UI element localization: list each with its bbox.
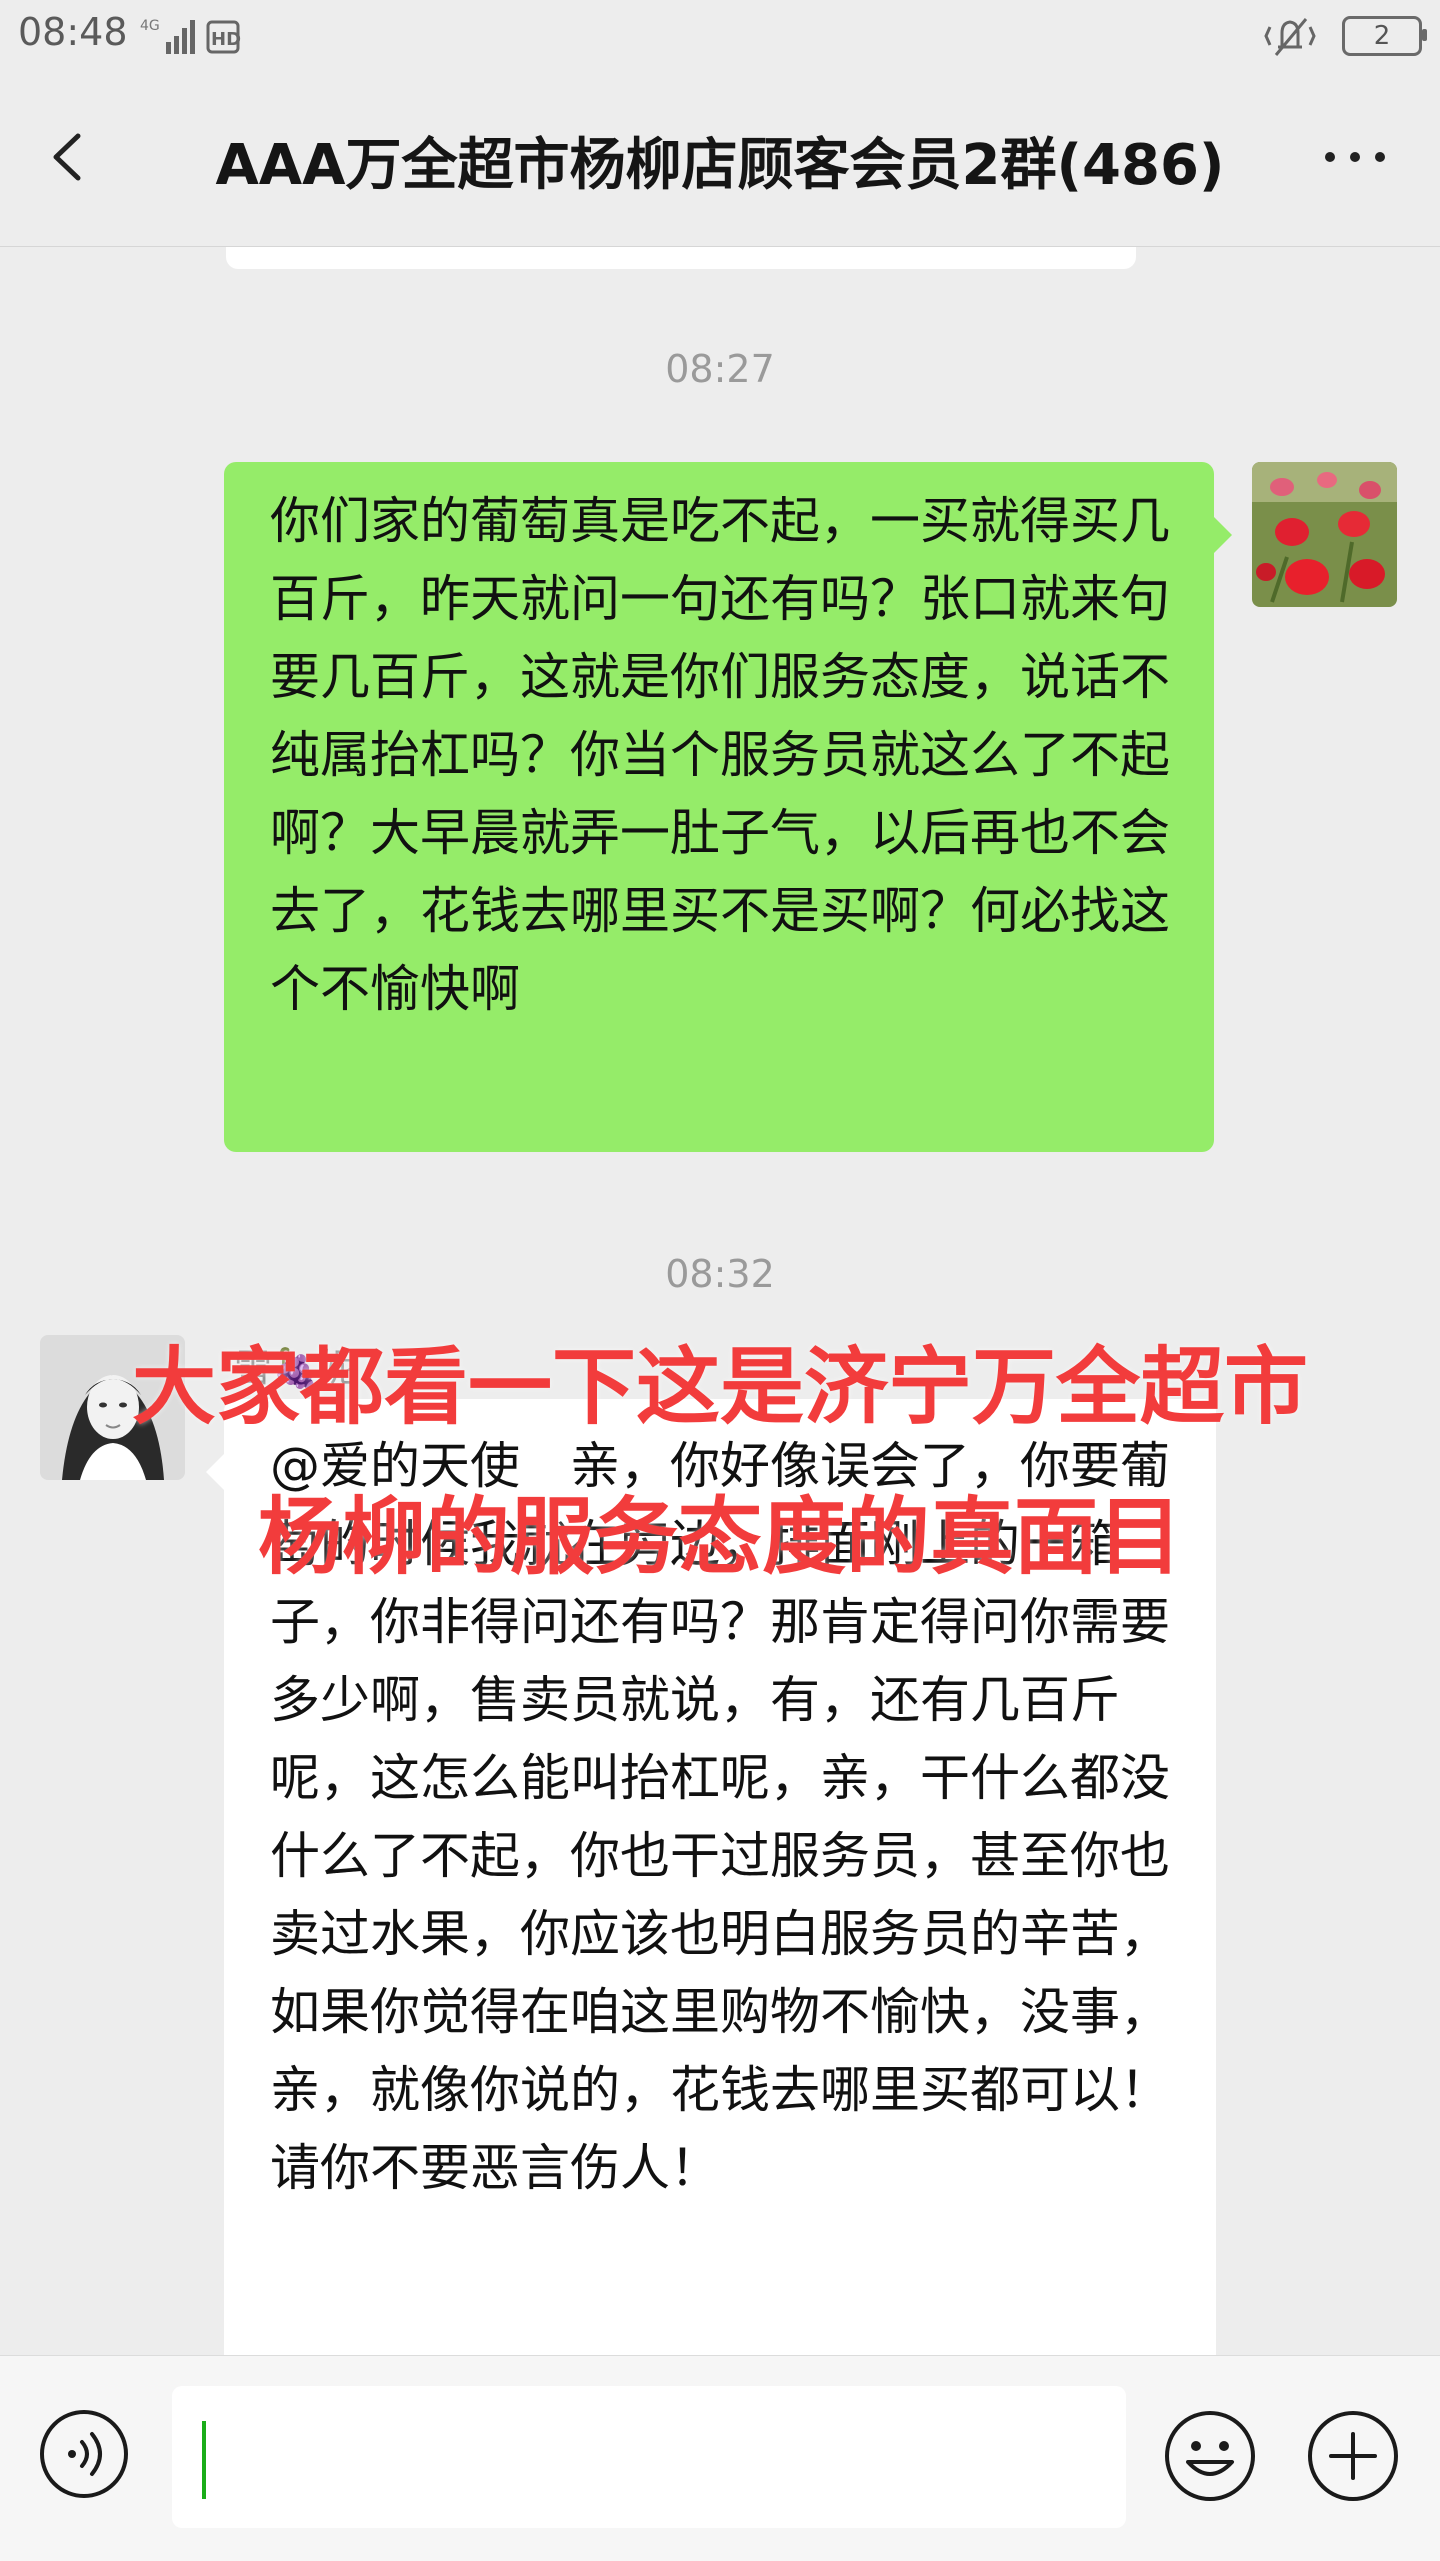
timestamp: 08:27: [665, 347, 775, 391]
signal-icon: 4G HD: [140, 18, 241, 54]
vibrate-bell-icon: [1264, 18, 1316, 56]
status-right: 2: [1260, 10, 1427, 62]
message-input[interactable]: [172, 2386, 1126, 2528]
tulip-avatar-image: [1252, 462, 1397, 607]
network-label: 4G: [140, 18, 160, 34]
text-caret: [202, 2421, 206, 2499]
message-text: 你们家的葡萄真是吃不起，一买就得买几百斤，昨天就问一句还有吗？张口就来句要几百斤…: [270, 492, 1170, 1018]
emoji-icon[interactable]: [1162, 2408, 1258, 2504]
status-time: 08:48: [18, 10, 128, 54]
chat-title: AAA万全超市杨柳店顾客会员2群(486): [215, 133, 1225, 198]
sent-message-bubble[interactable]: 你们家的葡萄真是吃不起，一买就得买几百斤，昨天就问一句还有吗？张口就来句要几百斤…: [224, 462, 1232, 1152]
battery-icon: 2: [1342, 16, 1427, 56]
plus-icon[interactable]: [1305, 2408, 1401, 2504]
chat-area[interactable]: 08:27 你们家的葡萄真是吃不起，一买就得买几百斤，昨天就问一句还有吗？张口就…: [0, 247, 1440, 2355]
previous-message-bubble[interactable]: [226, 247, 1136, 269]
timestamp: 08:32: [665, 1252, 775, 1296]
avatar[interactable]: [1252, 462, 1397, 607]
battery-level: 2: [1373, 21, 1391, 51]
overlay-caption: 大家都看一下这是济宁万全超市杨柳的服务态度的真面目: [131, 1338, 1308, 1586]
voice-icon[interactable]: [38, 2408, 130, 2500]
status-bar: 08:48 4G HD 2: [0, 0, 1440, 72]
input-bar: [0, 2355, 1440, 2561]
bubble-tail: [1214, 517, 1232, 553]
chat-header: AAA万全超市杨柳店顾客会员2群(486): [0, 72, 1440, 247]
hd-label: HD: [211, 29, 241, 50]
more-dots-icon[interactable]: [1310, 122, 1400, 192]
